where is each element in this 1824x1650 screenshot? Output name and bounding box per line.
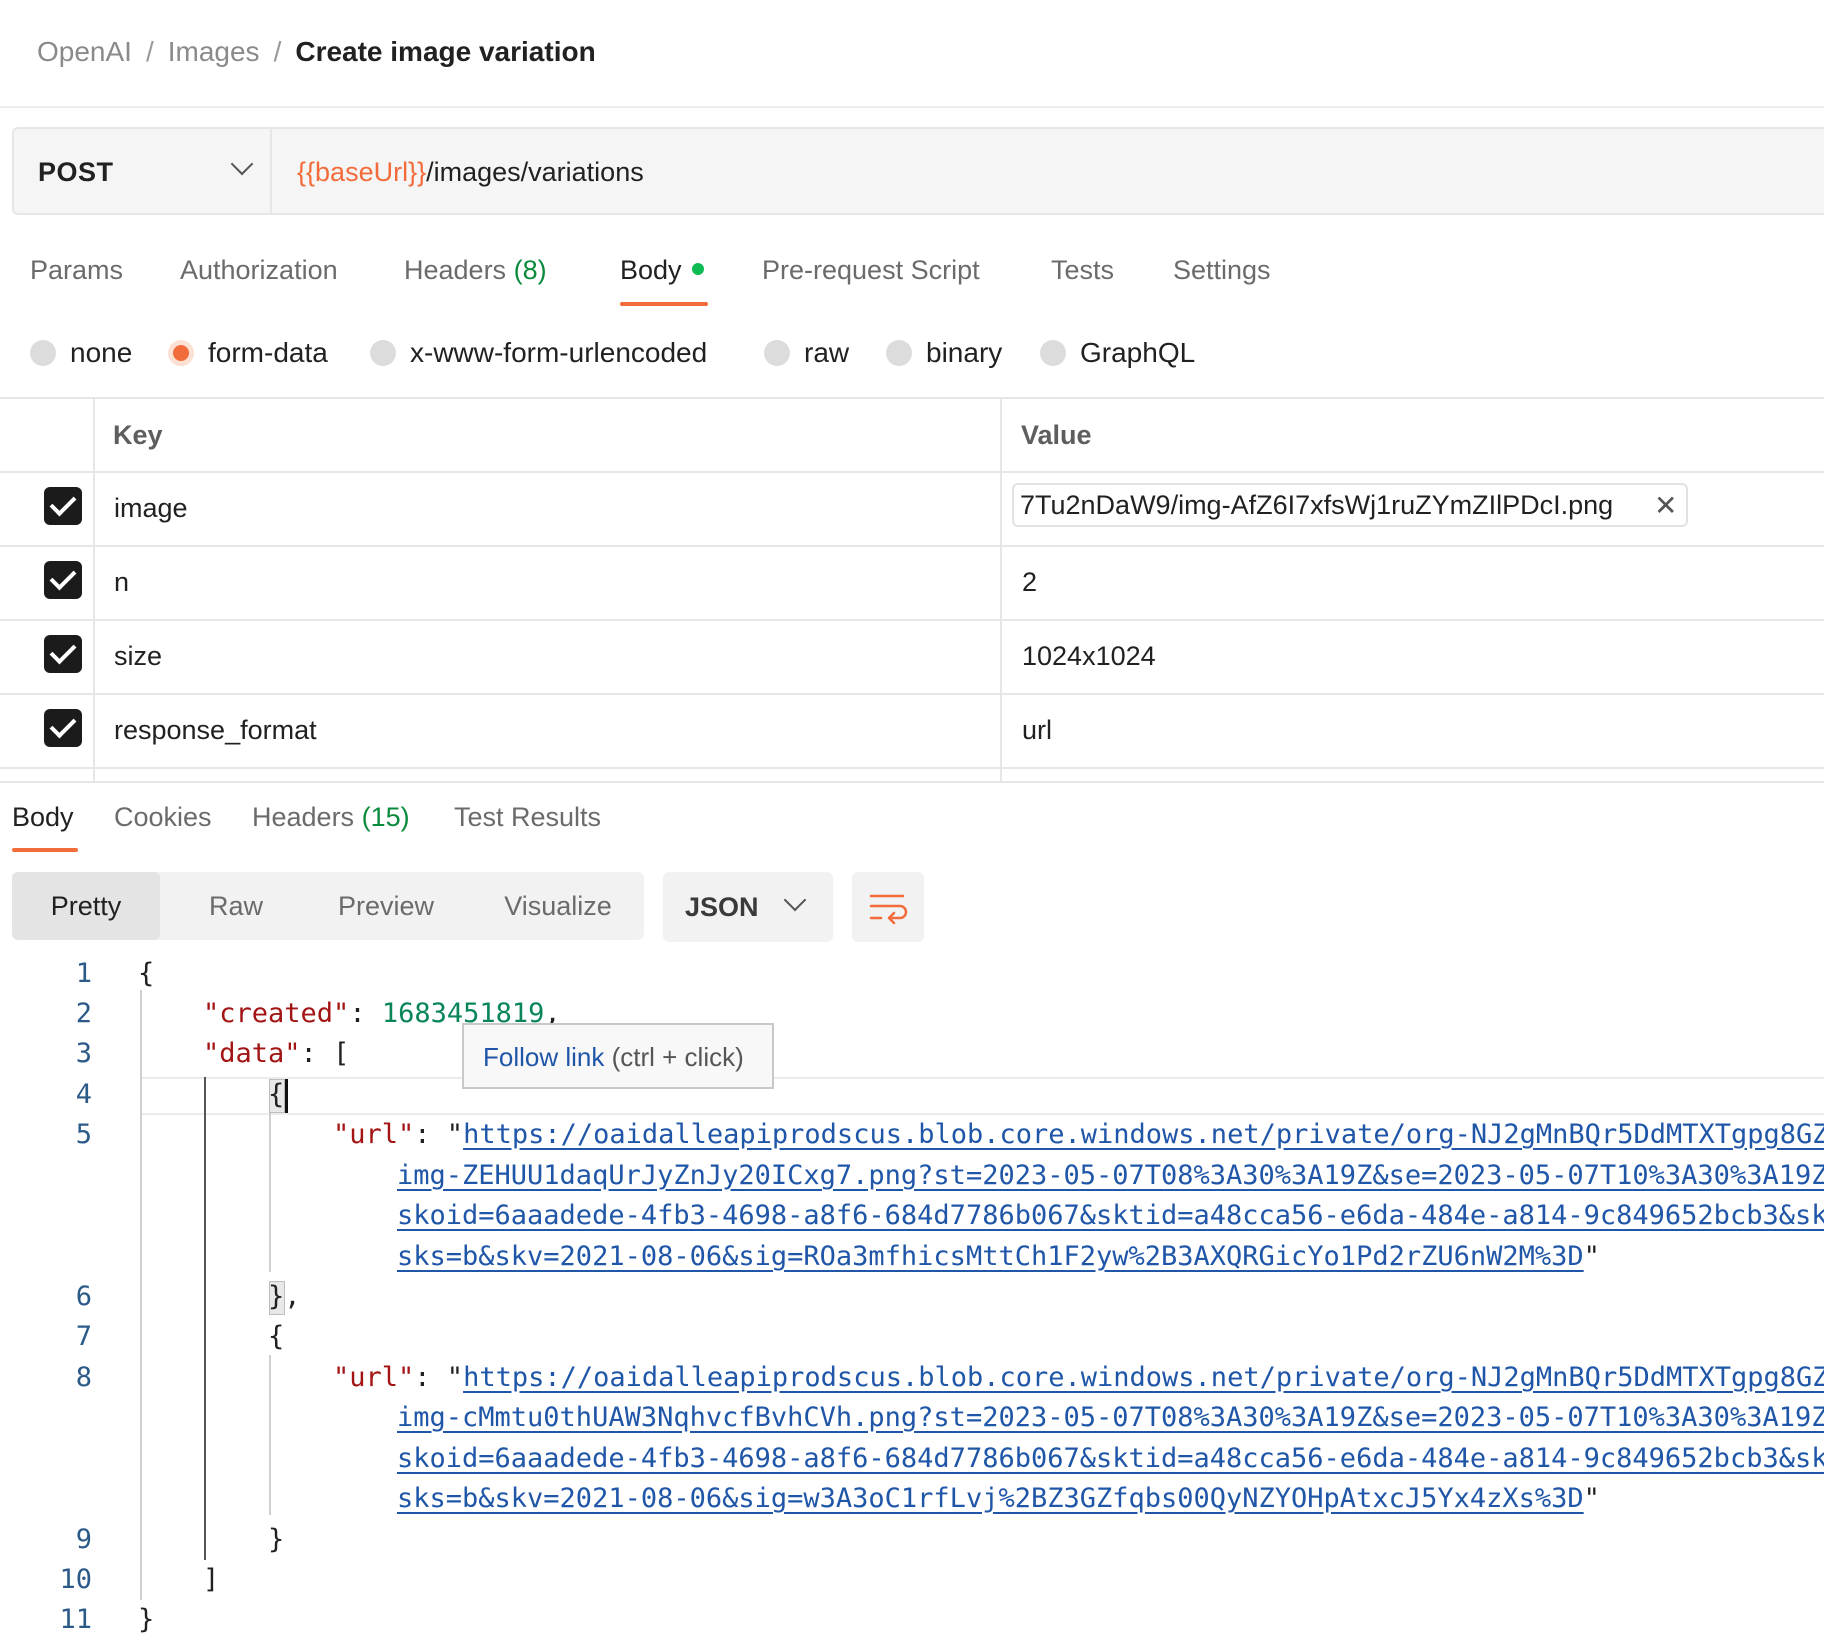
code-close-brace: } (138, 1604, 155, 1635)
line-number: 3 (75, 1038, 92, 1069)
line-number: 5 (75, 1119, 92, 1150)
url-link[interactable]: https://oaidalleapiprodscus.blob.core.wi… (463, 1362, 1824, 1393)
line-number: 6 (75, 1281, 92, 1312)
code-open-brace: { (268, 1079, 285, 1110)
indent-guide (204, 1077, 206, 1560)
code-line-url: "url": "https://oaidalleapiprodscus.blob… (333, 1362, 1824, 1393)
current-line-highlight (140, 1077, 1824, 1115)
line-number: 4 (75, 1079, 92, 1110)
line-number: 8 (75, 1362, 92, 1393)
json-key-url: "url" (333, 1362, 415, 1393)
url-link[interactable]: sks=b&skv=2021-08-06&sig=w3A3oC1rfLvj%2B… (397, 1483, 1584, 1514)
follow-link[interactable]: Follow link (483, 1042, 604, 1072)
line-number: 11 (59, 1604, 92, 1635)
line-number: 1 (75, 958, 92, 989)
code-line-data: "data": [ (203, 1038, 350, 1069)
line-number: 2 (75, 998, 92, 1029)
tooltip-content: Follow link (ctrl + click) (483, 1042, 744, 1073)
json-key-created: "created" (203, 998, 350, 1029)
url-link[interactable]: skoid=6aaadede-4fb3-4698-a8f6-684d7786b0… (397, 1200, 1824, 1231)
indent-guide (140, 990, 142, 1600)
line-number: 9 (75, 1524, 92, 1555)
close-brace: } (268, 1281, 285, 1312)
code-open-brace: { (268, 1321, 285, 1352)
url-link[interactable]: skoid=6aaadede-4fb3-4698-a8f6-684d7786b0… (397, 1443, 1824, 1474)
line-number: 10 (59, 1564, 92, 1595)
indent-guide (269, 1112, 271, 1272)
code-line-url-end: sks=b&skv=2021-08-06&sig=w3A3oC1rfLvj%2B… (397, 1483, 1600, 1514)
response-body-viewer[interactable]: 1 2 3 4 5 6 7 8 9 10 11 { "created": 168… (0, 0, 1824, 1650)
code-open-bracket: [ (333, 1038, 350, 1069)
line-number: 7 (75, 1321, 92, 1352)
url-link[interactable]: sks=b&skv=2021-08-06&sig=ROa3mfhicsMttCh… (397, 1241, 1584, 1272)
json-key-url: "url" (333, 1119, 415, 1150)
code-close-bracket: ] (203, 1564, 220, 1595)
code-close-brace: } (268, 1524, 285, 1555)
code-line-url: "url": "https://oaidalleapiprodscus.blob… (333, 1119, 1824, 1150)
code-line-url-end: sks=b&skv=2021-08-06&sig=ROa3mfhicsMttCh… (397, 1241, 1600, 1272)
indent-guide (269, 1355, 271, 1515)
tooltip-hint: (ctrl + click) (611, 1042, 744, 1072)
url-link[interactable]: img-ZEHUU1daqUrJyZnJy20ICxg7.png?st=2023… (397, 1160, 1824, 1191)
follow-link-tooltip: Follow link (ctrl + click) (462, 1023, 774, 1089)
json-key-data: "data" (203, 1038, 301, 1069)
code-close-brace: }, (268, 1281, 301, 1312)
url-link[interactable]: https://oaidalleapiprodscus.blob.core.wi… (463, 1119, 1824, 1150)
url-link[interactable]: img-cMmtu0thUAW3NqhvcfBvhCVh.png?st=2023… (397, 1402, 1824, 1433)
text-cursor (285, 1079, 288, 1113)
code-open-brace: { (138, 958, 155, 989)
